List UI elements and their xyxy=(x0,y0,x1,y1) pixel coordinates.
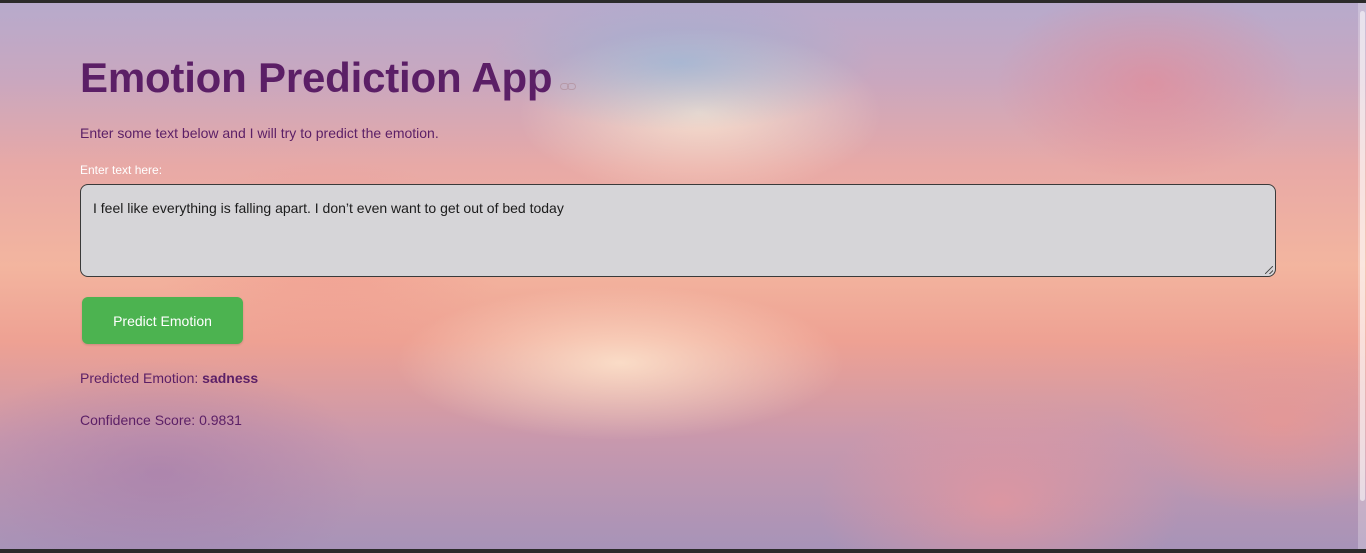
confidence-score-value: 0.9831 xyxy=(199,412,242,428)
predicted-emotion-line: Predicted Emotion: sadness xyxy=(80,370,1276,386)
main-content: Emotion Prediction App Enter some text b… xyxy=(80,53,1276,428)
predicted-emotion-value: sadness xyxy=(202,370,259,386)
text-input[interactable]: I feel like everything is falling apart.… xyxy=(80,184,1276,277)
confidence-score-label: Confidence Score: xyxy=(80,412,200,428)
text-input-value: I feel like everything is falling apart.… xyxy=(93,200,564,216)
page-title: Emotion Prediction App xyxy=(80,54,553,101)
title-row: Emotion Prediction App xyxy=(80,53,1276,103)
resize-handle-icon[interactable] xyxy=(1265,266,1273,274)
predicted-emotion-label: Predicted Emotion: xyxy=(80,370,203,386)
predict-emotion-button[interactable]: Predict Emotion xyxy=(82,297,243,344)
link-icon[interactable] xyxy=(560,81,578,93)
scrollbar[interactable] xyxy=(1360,11,1365,501)
app-window: Emotion Prediction App Enter some text b… xyxy=(0,0,1366,553)
confidence-score-line: Confidence Score: 0.9831 xyxy=(80,412,1276,428)
page-subtitle: Enter some text below and I will try to … xyxy=(80,125,439,141)
text-input-label: Enter text here: xyxy=(80,163,163,177)
